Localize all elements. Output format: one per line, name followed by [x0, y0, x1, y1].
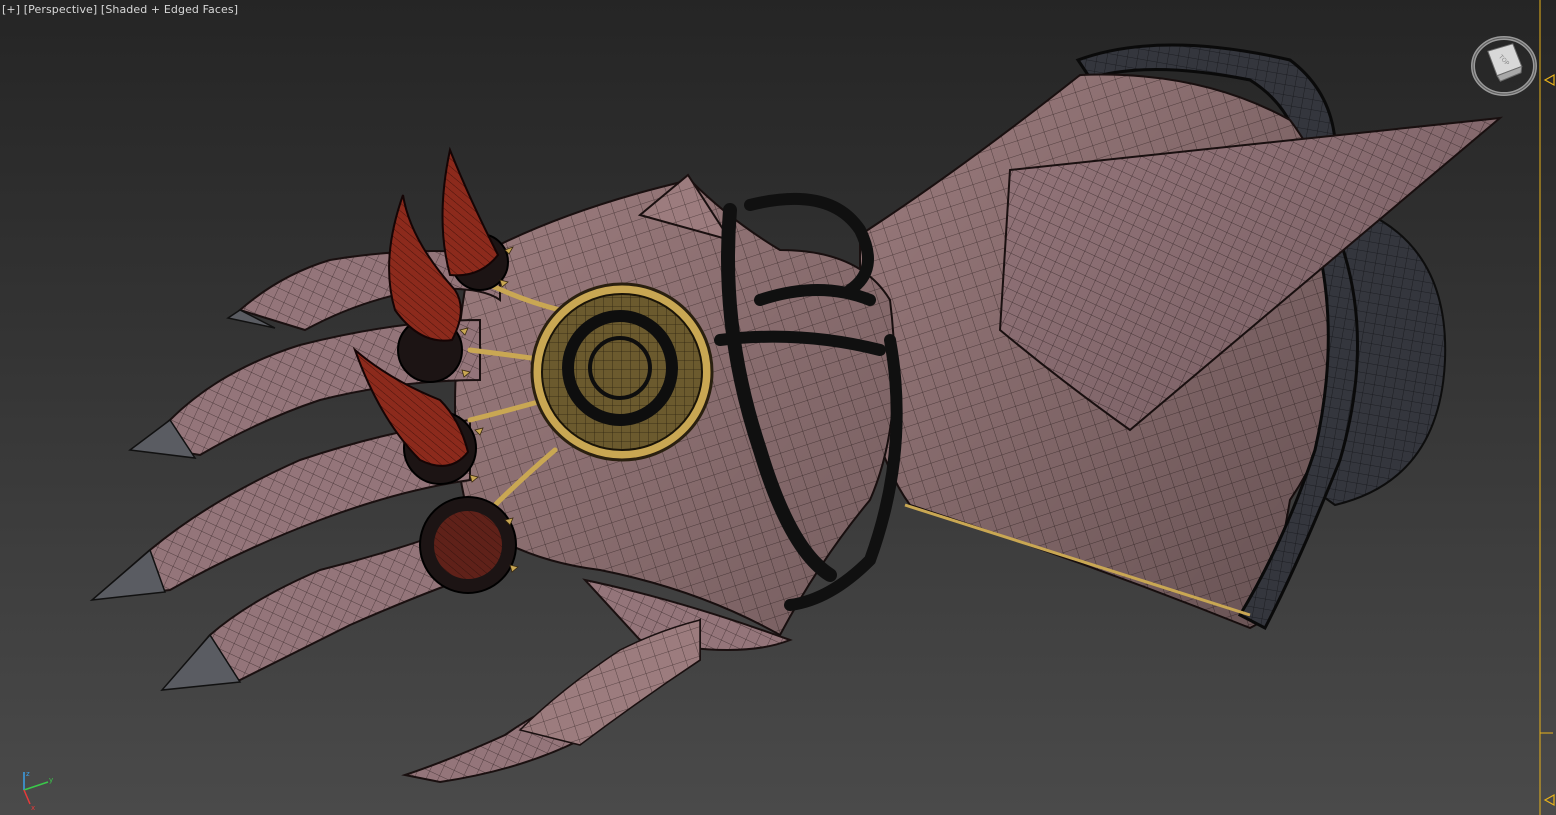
gauntlet-model[interactable] — [0, 0, 1556, 815]
viewport[interactable]: [+] [Perspective] [Shaded + Edged Faces]… — [0, 0, 1556, 815]
viewport-shading-button[interactable]: [Shaded + Edged Faces] — [101, 3, 238, 16]
axis-tripod-icon: z y x — [23, 770, 53, 812]
axis-y-label: y — [49, 776, 53, 784]
viewport-menu-button[interactable]: [+] — [2, 3, 20, 16]
triangle-marker-icon — [1543, 793, 1555, 807]
axis-z-label: z — [26, 770, 30, 778]
thumb — [401, 618, 701, 784]
horn-1 — [441, 146, 500, 277]
viewcube-icon[interactable]: TOP — [1470, 30, 1538, 98]
axis-x-label: x — [31, 804, 35, 812]
viewport-label: [+] [Perspective] [Shaded + Edged Faces] — [2, 3, 238, 16]
viewport-view-button[interactable]: [Perspective] — [24, 3, 98, 16]
viewport-right-ruler — [1539, 0, 1555, 815]
triangle-marker-icon — [1543, 73, 1555, 87]
center-ring — [530, 282, 714, 462]
